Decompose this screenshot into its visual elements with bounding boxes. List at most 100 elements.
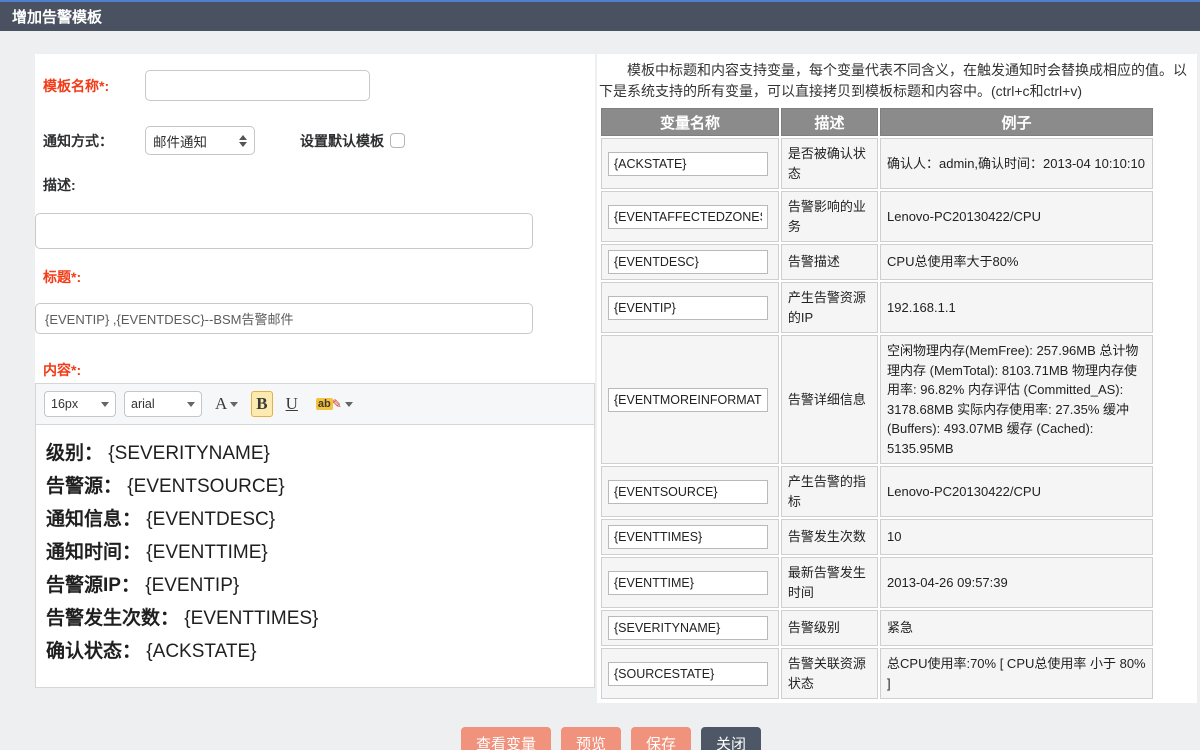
notify-method-value: 邮件通知 — [153, 131, 239, 151]
variable-example-cell: 总CPU使用率:70% [ CPU总使用率 小于 80% ] — [880, 648, 1153, 699]
font-size-select[interactable]: 16px — [44, 391, 116, 417]
variable-description-cell: 告警关联资源状态 — [781, 648, 878, 699]
variable-name-cell — [601, 610, 779, 646]
column-header-description: 描述 — [781, 108, 878, 136]
font-family-select[interactable]: arial — [124, 391, 202, 417]
table-row: 告警发生次数 10 — [601, 519, 1153, 555]
chevron-down-icon — [230, 402, 238, 407]
select-stepper-icon — [239, 135, 247, 147]
variable-name-input[interactable] — [608, 525, 768, 549]
description-input[interactable] — [35, 213, 533, 249]
highlight-icon: ab — [316, 398, 333, 410]
footer-button[interactable]: 保存 — [631, 727, 691, 750]
variable-example-cell: 确认人：admin,确认时间：2013-04 10:10:10 — [880, 138, 1153, 189]
variable-name-cell — [601, 282, 779, 333]
content-line-label: 告警源IP： — [46, 575, 140, 596]
variable-example-cell: Lenovo-PC20130422/CPU — [880, 466, 1153, 517]
content-line-variable: {EVENTDESC} — [146, 509, 275, 530]
variables-table: 变量名称 描述 例子 是否被确认状态 确认人：admin,确认时间：2013-0… — [599, 106, 1155, 701]
bold-button[interactable]: B — [251, 391, 272, 417]
variable-name-cell — [601, 138, 779, 189]
content-line-label: 确认状态： — [46, 641, 141, 662]
variable-description-cell: 告警影响的业务 — [781, 191, 878, 242]
variable-name-cell — [601, 335, 779, 464]
chevron-down-icon — [187, 402, 195, 407]
page-title: 增加告警模板 — [12, 6, 102, 27]
font-size-value: 16px — [51, 397, 101, 411]
table-row: 是否被确认状态 确认人：admin,确认时间：2013-04 10:10:10 — [601, 138, 1153, 189]
underline-icon: U — [286, 394, 298, 414]
highlight-button[interactable]: ab ✎ — [311, 394, 358, 415]
variable-name-input[interactable] — [608, 152, 768, 176]
notify-method-label: 通知方式： — [43, 131, 145, 151]
editor-content-line: 告警源： {EVENTSOURCE} — [46, 470, 584, 503]
variable-description-cell: 告警详细信息 — [781, 335, 878, 464]
table-row: 最新告警发生时间 2013-04-26 09:57:39 — [601, 557, 1153, 608]
table-row: 产生告警的指标 Lenovo-PC20130422/CPU — [601, 466, 1153, 517]
variable-example-cell: 10 — [880, 519, 1153, 555]
content-line-variable: {EVENTTIME} — [146, 542, 267, 563]
variable-name-input[interactable] — [608, 296, 768, 320]
content-line-variable: {ACKSTATE} — [146, 641, 256, 662]
variable-description-cell: 是否被确认状态 — [781, 138, 878, 189]
variable-description-cell: 告警描述 — [781, 244, 878, 280]
variable-example-cell: Lenovo-PC20130422/CPU — [880, 191, 1153, 242]
variable-description-cell: 产生告警资源的IP — [781, 282, 878, 333]
table-row: 告警详细信息 空闲物理内存(MemFree): 257.96MB 总计物理内存 … — [601, 335, 1153, 464]
editor-content-area[interactable]: 级别： {SEVERITYNAME} 告警源： {EVENTSOURCE} 通知… — [36, 425, 594, 687]
editor-toolbar: 16px arial A B U ab — [36, 384, 594, 425]
table-row: 告警级别 紧急 — [601, 610, 1153, 646]
column-header-variable-name: 变量名称 — [601, 108, 779, 136]
window-titlebar: 增加告警模板 — [0, 2, 1200, 31]
table-row: 告警描述 CPU总使用率大于80% — [601, 244, 1153, 280]
variables-intro-text: 模板中标题和内容支持变量，每个变量代表不同含义，在触发通知时会替换成相应的值。以… — [597, 60, 1193, 102]
bold-icon: B — [256, 394, 267, 414]
editor-content-line: 告警源IP： {EVENTIP} — [46, 569, 584, 602]
title-label: 标题*: — [43, 267, 595, 287]
content-line-variable: {EVENTSOURCE} — [127, 476, 284, 497]
content-line-label: 通知时间： — [46, 542, 141, 563]
variable-name-cell — [601, 519, 779, 555]
underline-button[interactable]: U — [281, 391, 303, 417]
template-form-panel: 模板名称*: 通知方式： 邮件通知 设置默认模板 描述: 标题*: 内容*: 1… — [35, 54, 595, 688]
variable-description-cell: 最新告警发生时间 — [781, 557, 878, 608]
variable-name-input[interactable] — [608, 662, 768, 686]
rich-text-editor: 16px arial A B U ab — [35, 383, 595, 688]
variable-name-cell — [601, 557, 779, 608]
default-template-checkbox[interactable] — [390, 133, 405, 148]
table-row: 告警关联资源状态 总CPU使用率:70% [ CPU总使用率 小于 80% ] — [601, 648, 1153, 699]
footer-button[interactable]: 查看变量 — [461, 727, 551, 750]
variable-name-cell — [601, 648, 779, 699]
footer-button[interactable]: 预览 — [561, 727, 621, 750]
variable-example-cell: 2013-04-26 09:57:39 — [880, 557, 1153, 608]
chevron-down-icon — [345, 402, 353, 407]
font-color-icon: A — [215, 394, 227, 414]
footer-button-bar: 查看变量 预览 保存 关闭 — [0, 727, 1200, 750]
variable-name-input[interactable] — [608, 480, 768, 504]
content-line-label: 通知信息： — [46, 509, 141, 530]
template-name-input[interactable] — [145, 70, 370, 101]
content-line-variable: {EVENTIP} — [145, 575, 239, 596]
variable-description-cell: 告警发生次数 — [781, 519, 878, 555]
font-color-button[interactable]: A — [210, 391, 243, 417]
column-header-example: 例子 — [880, 108, 1153, 136]
variable-name-input[interactable] — [608, 205, 768, 229]
template-name-label: 模板名称*: — [43, 76, 145, 96]
variable-example-cell: CPU总使用率大于80% — [880, 244, 1153, 280]
variable-name-cell — [601, 466, 779, 517]
variable-name-input[interactable] — [608, 388, 768, 412]
title-input[interactable] — [35, 303, 533, 334]
variable-name-input[interactable] — [608, 250, 768, 274]
footer-button[interactable]: 关闭 — [701, 727, 761, 750]
variable-name-input[interactable] — [608, 616, 768, 640]
variable-example-cell: 192.168.1.1 — [880, 282, 1153, 333]
variable-name-input[interactable] — [608, 571, 768, 595]
font-family-value: arial — [131, 397, 187, 411]
content-line-label: 告警发生次数： — [46, 608, 179, 629]
content-label: 内容*: — [43, 360, 595, 380]
notify-method-select[interactable]: 邮件通知 — [145, 126, 255, 155]
table-header-row: 变量名称 描述 例子 — [601, 108, 1153, 136]
variable-name-cell — [601, 191, 779, 242]
description-label: 描述: — [43, 175, 595, 195]
editor-content-line: 确认状态： {ACKSTATE} — [46, 635, 584, 668]
